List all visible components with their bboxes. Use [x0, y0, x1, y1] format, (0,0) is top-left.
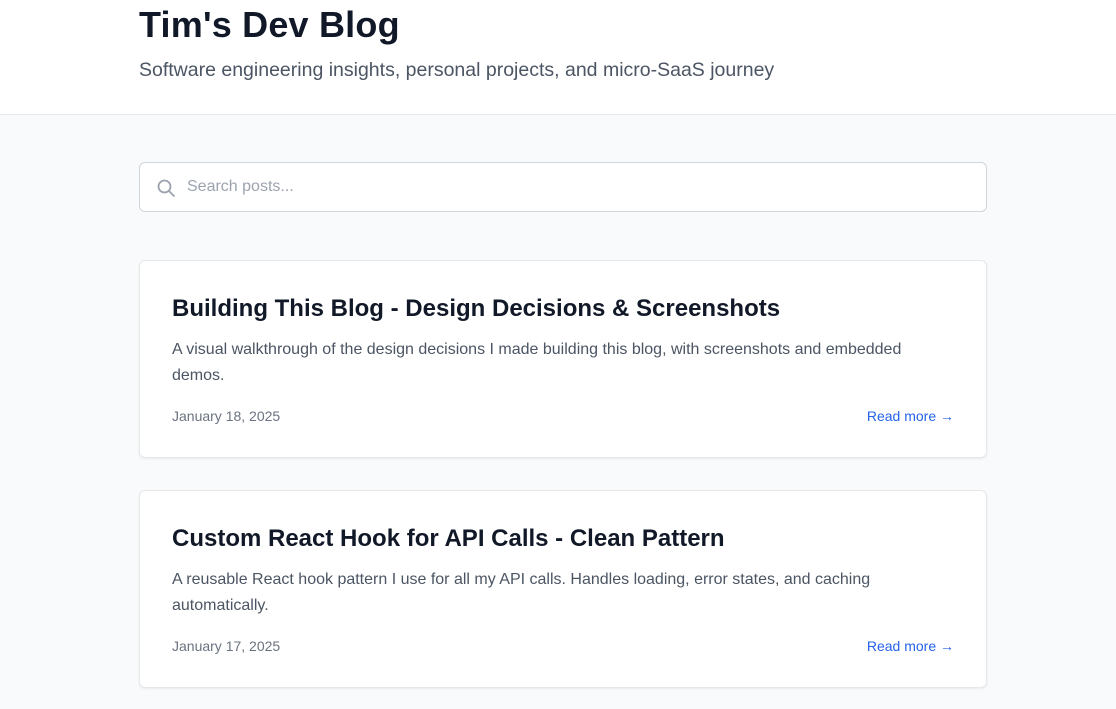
search-input[interactable] [187, 164, 967, 210]
site-header: Tim's Dev Blog Software engineering insi… [0, 0, 1116, 115]
header-content: Tim's Dev Blog Software engineering insi… [139, 5, 987, 82]
post-title[interactable]: Building This Blog - Design Decisions & … [172, 294, 780, 324]
search-box[interactable] [139, 162, 987, 212]
site-subtitle: Software engineering insights, personal … [139, 59, 775, 81]
post-card[interactable]: Custom React Hook for API Calls - Clean … [139, 490, 987, 688]
read-more-link[interactable]: Read more → [867, 407, 954, 425]
post-title[interactable]: Custom React Hook for API Calls - Clean … [172, 524, 725, 554]
search-icon [156, 178, 176, 198]
post-excerpt: A reusable React hook pattern I use for … [172, 571, 871, 614]
post-date: January 18, 2025 [172, 408, 281, 424]
site-title[interactable]: Tim's Dev Blog [139, 5, 987, 45]
post-date: January 17, 2025 [172, 638, 281, 654]
post-card[interactable]: Building This Blog - Design Decisions & … [139, 260, 987, 458]
post-excerpt: A visual walkthrough of the design decis… [172, 341, 902, 384]
read-more-link[interactable]: Read more → [867, 637, 954, 655]
